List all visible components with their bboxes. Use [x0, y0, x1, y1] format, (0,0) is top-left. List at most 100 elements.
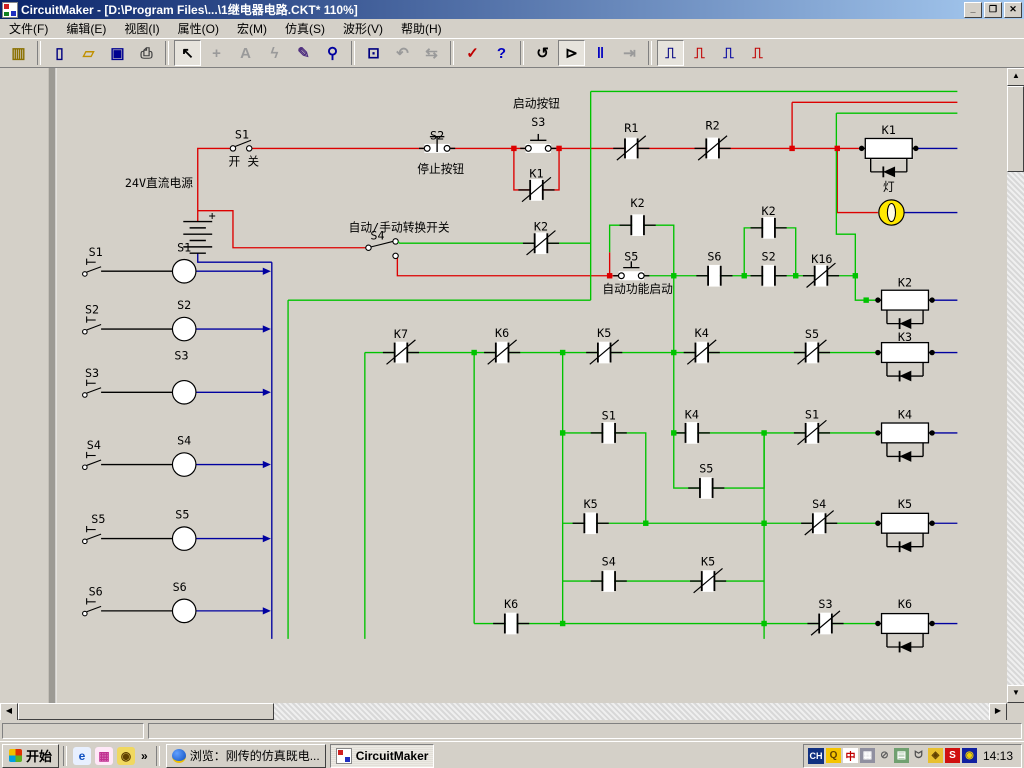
svg-text:K2: K2	[534, 220, 548, 234]
menu-item-4[interactable]: 属性(O)	[169, 18, 228, 39]
mixed-analysis-icon[interactable]: ⎍	[744, 40, 771, 66]
menu-item-8[interactable]: 帮助(H)	[392, 18, 451, 39]
task-button-1[interactable]: 浏览：刚传的仿真既电...	[165, 743, 326, 768]
chinese-input-tray-icon[interactable]: 中	[842, 748, 858, 763]
horizontal-scrollbar[interactable]: ◀ ▶	[0, 703, 1007, 721]
svg-text:S3: S3	[174, 349, 188, 363]
svg-text:S5: S5	[624, 249, 638, 263]
menu-item-2[interactable]: 编辑(E)	[57, 18, 115, 39]
circuitmaker-window: CircuitMaker - [D:\Program Files\...\1继电…	[0, 0, 1024, 768]
circuitmaker-quick-icon[interactable]: ▦	[95, 746, 114, 765]
system-tray: CH Q 中 ▦ ⊘ ▤ ᗢ ◈ S ◉ 14:13	[802, 743, 1022, 768]
schematic-canvas[interactable]: 启动按钮S3S1开 关S2停止按钮24V直流电源K1R1 R2自动/手动转换开关S…	[0, 68, 1007, 703]
svg-text:S2: S2	[762, 249, 776, 263]
mirror-icon[interactable]: ⇆	[418, 40, 445, 66]
text-tool-icon[interactable]: A	[232, 40, 259, 66]
transient-analysis-icon[interactable]: ⎍	[686, 40, 713, 66]
task-button-2[interactable]: CircuitMaker	[329, 743, 435, 768]
wire-tool-icon[interactable]: +	[203, 40, 230, 66]
svg-text:S6: S6	[173, 580, 187, 594]
minimize-button[interactable]: _	[964, 1, 982, 18]
menu-item-5[interactable]: 宏(M)	[228, 18, 276, 39]
vertical-scroll-thumb[interactable]	[1007, 86, 1024, 172]
restore-button[interactable]: ❐	[984, 1, 1002, 18]
svg-text:开 关: 开 关	[229, 155, 260, 169]
taskbar-divider	[63, 745, 68, 766]
menu-item-3[interactable]: 视图(I)	[115, 18, 168, 39]
player-quick-icon[interactable]: ◉	[117, 746, 136, 765]
toolbar-separator	[450, 41, 454, 65]
svg-text:R2: R2	[706, 118, 720, 132]
help-icon[interactable]: ?	[488, 40, 515, 66]
vertical-scrollbar[interactable]: ▲ ▼	[1007, 68, 1024, 703]
svg-text:S5: S5	[805, 327, 819, 341]
scroll-left-button[interactable]: ◀	[0, 703, 18, 721]
save-file-icon[interactable]: ▣	[104, 40, 131, 66]
erase-tool-icon[interactable]: ϟ	[261, 40, 288, 66]
svg-text:K7: K7	[394, 327, 408, 341]
menu-item-6[interactable]: 仿真(S)	[276, 18, 334, 39]
pause-icon[interactable]: ‖	[587, 40, 614, 66]
toolbar-separator	[165, 41, 169, 65]
scrollbar-corner	[1007, 703, 1024, 720]
svg-text:K2: K2	[631, 196, 645, 210]
svg-text:K4: K4	[695, 326, 709, 340]
preview-icon[interactable]: ⊡	[360, 40, 387, 66]
svg-text:S5: S5	[175, 508, 189, 522]
menu-item-7[interactable]: 波形(V)	[334, 18, 392, 39]
menu-bar: 文件(F) 编辑(E) 视图(I) 属性(O) 宏(M) 仿真(S) 波形(V) 帮助(H)	[0, 19, 1024, 38]
scanner-tray-icon[interactable]: ▤	[893, 748, 909, 763]
qq-tray-icon[interactable]: Q	[825, 748, 841, 763]
probe-tool-icon[interactable]: ✎	[290, 40, 317, 66]
task-button-label: 浏览：刚传的仿真既电...	[189, 749, 320, 763]
close-button[interactable]: ✕	[1004, 1, 1022, 18]
svg-text:K16: K16	[811, 252, 832, 266]
print-icon[interactable]: ⎙	[133, 40, 160, 66]
input-language-indicator[interactable]: CH	[807, 747, 824, 764]
svg-text:K5: K5	[701, 555, 715, 569]
svg-text:灯: 灯	[883, 180, 895, 194]
antivirus-tray-icon[interactable]: S	[944, 748, 960, 763]
new-file-icon[interactable]: ▯	[46, 40, 73, 66]
status-bar	[0, 720, 1024, 741]
svg-text:K2: K2	[762, 204, 776, 218]
volume-tray-icon[interactable]: ◉	[961, 748, 977, 763]
quick-launch-area: e ▦ ◉	[71, 746, 137, 765]
select-tool-icon[interactable]: ↖	[174, 40, 201, 66]
svg-text:K1: K1	[882, 123, 896, 137]
svg-text:+: +	[209, 209, 216, 223]
scroll-right-button[interactable]: ▶	[989, 703, 1007, 721]
mouse-tray-icon[interactable]: ᗢ	[910, 748, 926, 763]
svg-text:S4: S4	[177, 434, 191, 448]
reset-icon[interactable]: ↺	[529, 40, 556, 66]
open-file-icon[interactable]: ▱	[75, 40, 102, 66]
display-tray-icon[interactable]: ▦	[859, 748, 875, 763]
rotate-icon[interactable]: ↶	[389, 40, 416, 66]
menu-item-1[interactable]: 文件(F)	[0, 18, 57, 39]
svg-text:K1: K1	[529, 166, 543, 180]
parts-browser-icon[interactable]: ▥	[5, 40, 32, 66]
step-icon[interactable]: ⇥	[616, 40, 643, 66]
svg-text:R1: R1	[624, 121, 638, 135]
ie-quick-icon[interactable]: e	[73, 746, 92, 765]
mixed-mode-icon[interactable]: ✓	[459, 40, 486, 66]
norton-tray-icon[interactable]: ◈	[927, 748, 943, 763]
horizontal-scroll-thumb[interactable]	[18, 703, 274, 720]
scroll-down-button[interactable]: ▼	[1007, 685, 1024, 703]
svg-text:S1: S1	[89, 245, 103, 259]
scroll-up-button[interactable]: ▲	[1007, 68, 1024, 86]
run-icon[interactable]: ⊳	[558, 40, 585, 66]
dc-analysis-icon[interactable]: ⎍	[657, 40, 684, 66]
zoom-tool-icon[interactable]: ⚲	[319, 40, 346, 66]
start-button-label: 开始	[26, 749, 53, 764]
circuitmaker-icon	[335, 747, 352, 764]
start-button[interactable]: 开始	[2, 743, 60, 768]
svg-text:K4: K4	[685, 407, 699, 421]
digital-analysis-icon[interactable]: ⎍	[715, 40, 742, 66]
mute-tray-icon[interactable]: ⊘	[876, 748, 892, 763]
svg-text:S4: S4	[87, 438, 101, 452]
toolbar-separator	[520, 41, 524, 65]
svg-text:24V直流电源: 24V直流电源	[125, 176, 193, 190]
title-bar[interactable]: CircuitMaker - [D:\Program Files\...\1继电…	[0, 0, 1024, 19]
quick-launch-chevron-icon[interactable]: »	[141, 749, 148, 763]
